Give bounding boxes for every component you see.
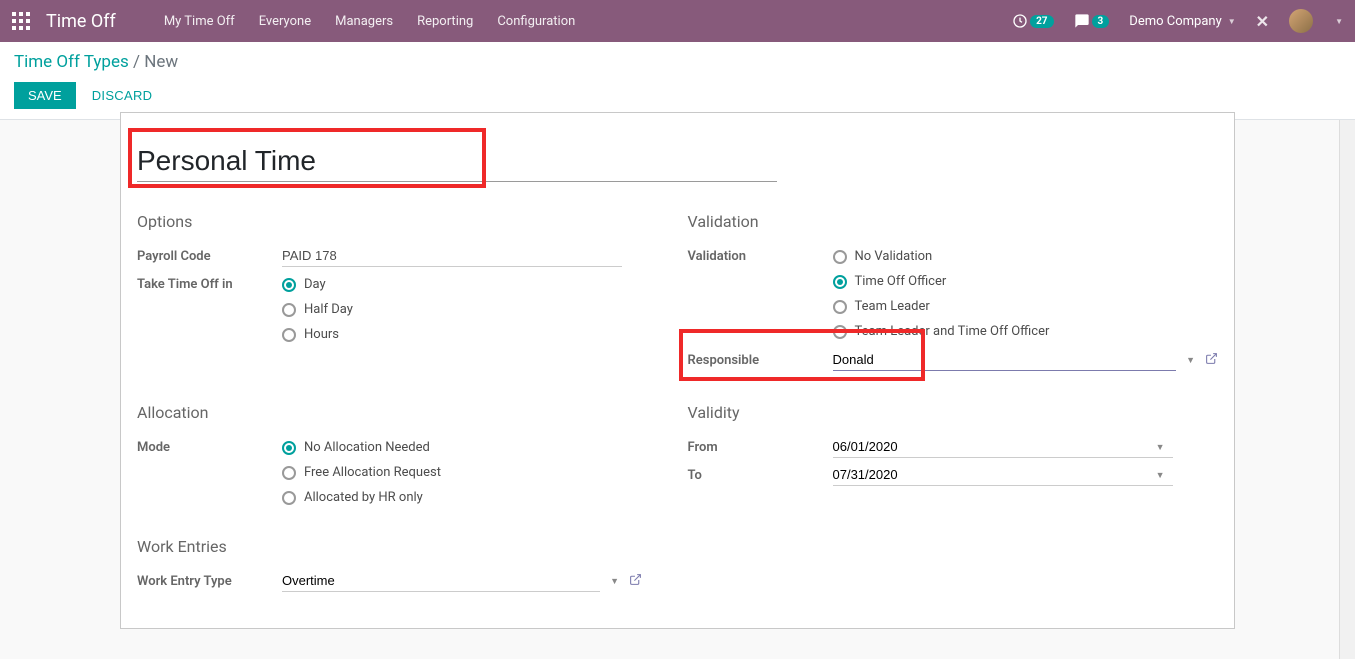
apps-icon[interactable] — [12, 12, 30, 30]
date-caret-icon[interactable]: ▼ — [1152, 470, 1169, 481]
take-off-label: Take Time Off in — [137, 273, 282, 292]
radio-day[interactable]: Day — [282, 277, 668, 292]
radio-dot-checked-icon — [282, 278, 296, 292]
radio-dot-icon — [833, 325, 847, 339]
nav-managers[interactable]: Managers — [335, 14, 393, 29]
radio-dot-icon — [282, 466, 296, 480]
control-panel: Time Off Types / New SAVE DISCARD — [0, 42, 1355, 120]
external-link-icon[interactable] — [629, 573, 642, 590]
radio-no-allocation[interactable]: No Allocation Needed — [282, 440, 668, 455]
message-count: 3 — [1092, 15, 1110, 28]
activity-icon[interactable]: 27 — [1012, 13, 1053, 29]
breadcrumb-separator: / — [133, 52, 144, 72]
radio-dot-icon — [282, 303, 296, 317]
radio-hours-label: Hours — [304, 327, 339, 342]
options-title: Options — [137, 212, 668, 231]
close-icon[interactable]: ✕ — [1256, 12, 1269, 31]
company-name: Demo Company — [1129, 14, 1221, 29]
nav-menu: My Time Off Everyone Managers Reporting … — [164, 14, 1012, 29]
avatar[interactable] — [1289, 9, 1313, 33]
dropdown-caret-icon[interactable]: ▼ — [606, 576, 623, 587]
from-input[interactable] — [833, 436, 1173, 458]
radio-dot-icon — [833, 250, 847, 264]
to-input[interactable] — [833, 464, 1173, 486]
discard-button[interactable]: DISCARD — [92, 88, 153, 103]
caret-down-icon: ▼ — [1228, 17, 1236, 26]
nav-right: 27 3 Demo Company ▼ ✕ ▼ — [1012, 9, 1343, 33]
user-caret-icon: ▼ — [1335, 17, 1343, 26]
payroll-code-input[interactable] — [282, 245, 622, 267]
app-title: Time Off — [46, 11, 116, 32]
mode-label: Mode — [137, 436, 282, 455]
activity-count: 27 — [1030, 15, 1053, 28]
nav-configuration[interactable]: Configuration — [497, 14, 575, 29]
radio-halfday-label: Half Day — [304, 302, 353, 317]
radio-hr-only[interactable]: Allocated by HR only — [282, 490, 668, 505]
radio-free-allocation[interactable]: Free Allocation Request — [282, 465, 668, 480]
navbar: Time Off My Time Off Everyone Managers R… — [0, 0, 1355, 42]
radio-no-validation[interactable]: No Validation — [833, 249, 1219, 264]
validation-title: Validation — [688, 212, 1219, 231]
radio-officer[interactable]: Time Off Officer — [833, 274, 1219, 289]
work-entries-section: Work Entries Work Entry Type ▼ — [137, 537, 668, 598]
validation-label: Validation — [688, 245, 833, 264]
scrollbar[interactable] — [1339, 120, 1355, 659]
radio-freealloc-label: Free Allocation Request — [304, 465, 441, 480]
company-selector[interactable]: Demo Company ▼ — [1129, 14, 1235, 29]
responsible-label: Responsible — [688, 349, 833, 368]
radio-day-label: Day — [304, 277, 326, 292]
radio-team-leader[interactable]: Team Leader — [833, 299, 1219, 314]
record-name-input[interactable] — [137, 141, 777, 182]
nav-my-time-off[interactable]: My Time Off — [164, 14, 235, 29]
dropdown-caret-icon[interactable]: ▼ — [1182, 355, 1199, 366]
validity-section: Validity From ▼ To ▼ — [688, 403, 1219, 511]
work-entry-type-input[interactable] — [282, 570, 600, 592]
radio-tlao-label: Team Leader and Time Off Officer — [855, 324, 1050, 339]
breadcrumb-parent[interactable]: Time Off Types — [14, 52, 129, 72]
options-section: Options Payroll Code Take Time Off in Da… — [137, 212, 668, 377]
radio-hours[interactable]: Hours — [282, 327, 668, 342]
allocation-title: Allocation — [137, 403, 668, 422]
allocation-section: Allocation Mode No Allocation Needed Fre… — [137, 403, 668, 511]
validation-section: Validation Validation No Validation Time… — [688, 212, 1219, 377]
validity-title: Validity — [688, 403, 1219, 422]
radio-noval-label: No Validation — [855, 249, 933, 264]
radio-dot-icon — [833, 300, 847, 314]
breadcrumb-current: New — [144, 52, 178, 72]
discuss-icon[interactable]: 3 — [1074, 13, 1110, 29]
radio-hronly-label: Allocated by HR only — [304, 490, 423, 505]
radio-noalloc-label: No Allocation Needed — [304, 440, 430, 455]
radio-officer-label: Time Off Officer — [855, 274, 947, 289]
radio-dot-checked-icon — [282, 441, 296, 455]
external-link-icon[interactable] — [1205, 352, 1218, 369]
radio-dot-checked-icon — [833, 275, 847, 289]
work-entries-title: Work Entries — [137, 537, 668, 556]
from-label: From — [688, 436, 833, 455]
radio-dot-icon — [282, 491, 296, 505]
radio-tl-label: Team Leader — [855, 299, 930, 314]
radio-tl-and-officer[interactable]: Team Leader and Time Off Officer — [833, 324, 1219, 339]
responsible-input[interactable] — [833, 349, 1177, 371]
save-button[interactable]: SAVE — [14, 82, 76, 109]
date-caret-icon[interactable]: ▼ — [1152, 442, 1169, 453]
work-entry-type-label: Work Entry Type — [137, 570, 282, 589]
nav-reporting[interactable]: Reporting — [417, 14, 473, 29]
action-row: SAVE DISCARD — [14, 82, 1341, 109]
breadcrumb: Time Off Types / New — [14, 52, 1341, 72]
radio-dot-icon — [282, 328, 296, 342]
to-label: To — [688, 464, 833, 483]
content: Options Payroll Code Take Time Off in Da… — [0, 120, 1355, 659]
nav-everyone[interactable]: Everyone — [259, 14, 311, 29]
radio-half-day[interactable]: Half Day — [282, 302, 668, 317]
form-sheet: Options Payroll Code Take Time Off in Da… — [120, 112, 1235, 629]
payroll-code-label: Payroll Code — [137, 245, 282, 264]
